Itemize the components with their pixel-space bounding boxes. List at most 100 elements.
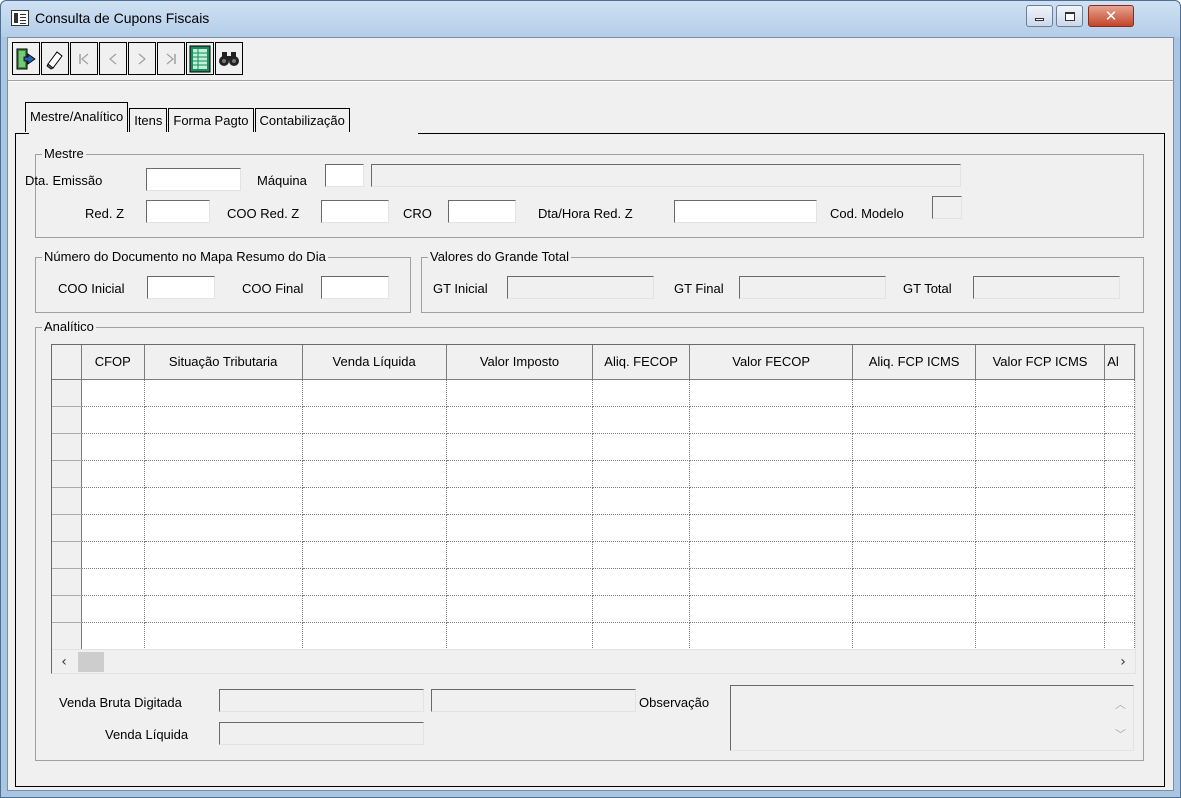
first-record-button[interactable] (70, 42, 98, 75)
grid-cell[interactable] (852, 568, 976, 596)
grid-cell[interactable] (302, 379, 447, 407)
grid-cell[interactable] (144, 460, 303, 488)
grid-cell[interactable] (852, 595, 976, 623)
grid-cell[interactable] (81, 514, 145, 542)
grid-cell[interactable] (446, 433, 594, 461)
table-row[interactable] (52, 595, 1135, 623)
maximize-button[interactable] (1056, 5, 1083, 27)
red-z-field[interactable] (146, 200, 210, 223)
grid-cell[interactable] (302, 406, 447, 434)
tab-contabilizacao[interactable]: Contabilização (254, 108, 350, 132)
venda-bruta-field[interactable] (219, 689, 424, 712)
grid-cell[interactable] (975, 568, 1106, 596)
grid-cell[interactable] (81, 406, 145, 434)
row-indicator[interactable] (52, 433, 82, 461)
dta-hora-red-z-field[interactable] (674, 200, 817, 223)
coo-inicial-field[interactable] (147, 276, 215, 299)
gt-inicial-field[interactable] (507, 276, 654, 299)
grid-cell[interactable] (975, 487, 1106, 515)
grid-cell[interactable] (446, 541, 594, 569)
column-header[interactable]: Valor Imposto (446, 345, 594, 380)
grid-cell[interactable] (975, 379, 1106, 407)
row-indicator[interactable] (52, 622, 82, 650)
memo-scroll-up-icon[interactable]: ︿ (1115, 696, 1126, 712)
grid-cell[interactable] (852, 433, 976, 461)
table-row[interactable] (52, 568, 1135, 596)
grid-cell[interactable] (446, 514, 594, 542)
search-button[interactable] (215, 42, 243, 75)
grid-cell[interactable] (144, 406, 303, 434)
column-header[interactable]: Valor FECOP (689, 345, 854, 380)
grid-cell[interactable] (302, 595, 447, 623)
grid-cell[interactable] (81, 595, 145, 623)
dta-emissao-input[interactable] (147, 169, 240, 190)
grid-cell[interactable] (689, 622, 854, 650)
maquina-input[interactable] (326, 165, 363, 186)
grid-cell[interactable] (592, 379, 690, 407)
grid-cell[interactable] (81, 433, 145, 461)
grid-cell[interactable] (81, 541, 145, 569)
grid-cell[interactable] (975, 406, 1106, 434)
venda-liquida-field[interactable] (219, 722, 424, 745)
memo-scroll-down-icon[interactable]: ﹀ (1115, 726, 1126, 742)
grid-cell[interactable] (975, 541, 1106, 569)
form-icon[interactable] (11, 10, 29, 26)
grid-cell[interactable] (592, 595, 690, 623)
grid-cell[interactable] (592, 514, 690, 542)
coo-inicial-input[interactable] (148, 277, 214, 298)
cod-modelo-field[interactable] (932, 196, 962, 219)
column-header[interactable]: Venda Líquida (302, 345, 447, 380)
cro-field[interactable] (448, 200, 516, 223)
grid-cell[interactable] (689, 406, 854, 434)
red-z-input[interactable] (147, 201, 209, 222)
coo-red-z-input[interactable] (322, 201, 388, 222)
cro-input[interactable] (449, 201, 515, 222)
prior-record-button[interactable] (99, 42, 127, 75)
row-indicator[interactable] (52, 460, 82, 488)
grid-cell[interactable] (1104, 595, 1135, 623)
analitico-grid[interactable]: CFOP Situação Tributaria Venda Líquida V… (51, 344, 1136, 674)
scroll-right-icon[interactable]: › (1113, 652, 1133, 672)
grid-cell[interactable] (689, 568, 854, 596)
venda-bruta-extra-field[interactable] (431, 689, 636, 712)
horizontal-scrollbar[interactable]: ‹ › (52, 649, 1135, 673)
minimize-button[interactable] (1026, 5, 1053, 27)
grid-cell[interactable] (302, 487, 447, 515)
grid-cell[interactable] (689, 460, 854, 488)
tab-forma-pagto[interactable]: Forma Pagto (168, 108, 254, 132)
grid-cell[interactable] (852, 406, 976, 434)
grid-cell[interactable] (852, 541, 976, 569)
grid-cell[interactable] (302, 514, 447, 542)
dta-emissao-field[interactable] (146, 168, 241, 191)
grid-cell[interactable] (1104, 568, 1135, 596)
row-indicator[interactable] (52, 514, 82, 542)
grid-cell[interactable] (302, 622, 447, 650)
grid-cell[interactable] (592, 541, 690, 569)
dta-hora-red-z-input[interactable] (675, 201, 816, 222)
grid-cell[interactable] (689, 487, 854, 515)
grid-cell[interactable] (975, 595, 1106, 623)
grid-cell[interactable] (144, 622, 303, 650)
grid-cell[interactable] (852, 460, 976, 488)
column-header[interactable]: Situação Tributaria (144, 345, 303, 380)
grid-cell[interactable] (975, 622, 1106, 650)
grid-cell[interactable] (81, 460, 145, 488)
grid-cell[interactable] (1104, 514, 1135, 542)
column-header[interactable]: Aliq. FECOP (592, 345, 690, 380)
grid-cell[interactable] (1104, 487, 1135, 515)
grid-cell[interactable] (592, 487, 690, 515)
grid-cell[interactable] (81, 487, 145, 515)
memo-scrollbar[interactable]: ︿ ﹀ (1111, 686, 1133, 750)
grid-cell[interactable] (81, 379, 145, 407)
gt-final-field[interactable] (739, 276, 886, 299)
grid-cell[interactable] (1104, 433, 1135, 461)
grid-cell[interactable] (81, 568, 145, 596)
grid-cell[interactable] (144, 514, 303, 542)
grid-cell[interactable] (852, 487, 976, 515)
clear-button[interactable] (41, 42, 69, 75)
table-row[interactable] (52, 514, 1135, 542)
grid-cell[interactable] (446, 406, 594, 434)
grid-cell[interactable] (446, 622, 594, 650)
row-indicator[interactable] (52, 406, 82, 434)
column-header[interactable]: CFOP (81, 345, 145, 380)
